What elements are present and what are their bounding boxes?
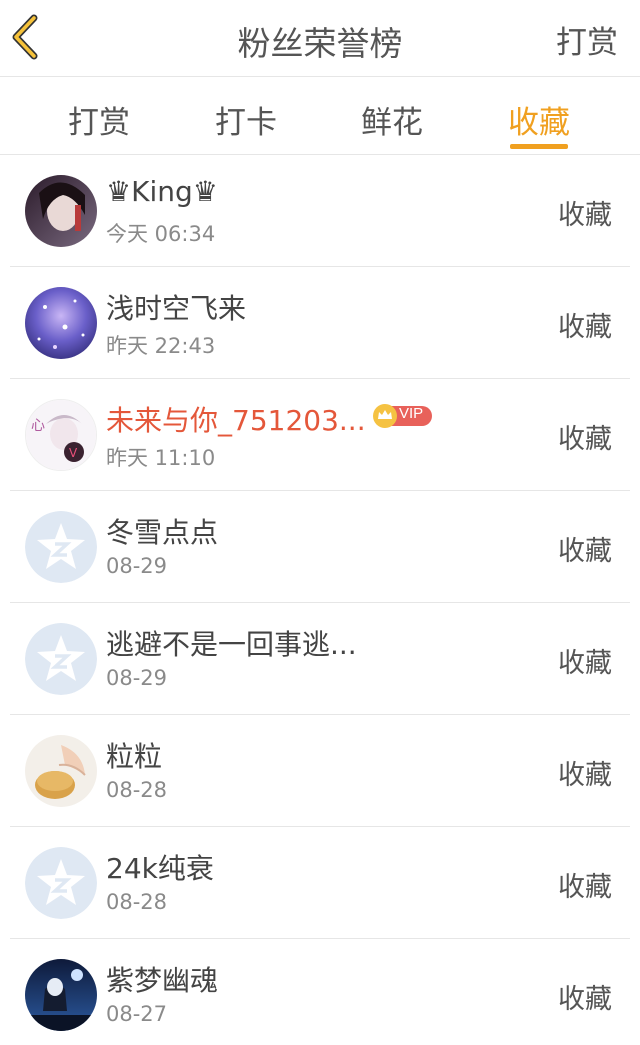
fan-action: 收藏 (558, 872, 612, 903)
fan-time: 昨天 22:43 (106, 334, 216, 358)
fan-time: 08-29 (106, 554, 168, 578)
avatar[interactable] (25, 959, 97, 1031)
top-nav-bar: 粉丝荣誉榜 打赏 (0, 0, 640, 77)
list-item[interactable]: ♛King♛ 今天 06:34 收藏 (10, 155, 630, 267)
fan-name: 粒粒 (106, 740, 163, 773)
qzone-star-icon (25, 623, 97, 695)
fan-list: ♛King♛ 今天 06:34 收藏 浅时空飞来 昨天 22:43 收藏 心 V… (0, 155, 640, 1045)
qzone-star-icon (25, 511, 97, 583)
qzone-star-icon (25, 847, 97, 919)
fan-name: 冬雪点点 (106, 516, 219, 549)
list-item[interactable]: 心 V 未来与你_751203... VIP 昨天 11:10 收藏 (10, 379, 630, 491)
avatar[interactable]: 心 V (25, 399, 97, 471)
list-item[interactable]: 冬雪点点 08-29 收藏 (10, 491, 630, 603)
list-item[interactable]: 逃避不是一回事逃... 08-29 收藏 (10, 603, 630, 715)
fan-time: 08-27 (106, 1002, 168, 1026)
list-item[interactable]: 紫梦幽魂 08-27 收藏 (10, 939, 630, 1045)
avatar[interactable] (25, 287, 97, 359)
tab-favorites[interactable]: 收藏 (479, 97, 599, 142)
fan-name: 24k纯衰 (106, 852, 214, 885)
tab-bar: 打赏 打卡 鲜花 收藏 (0, 77, 640, 155)
fan-action: 收藏 (558, 984, 612, 1015)
avatar[interactable] (25, 735, 97, 807)
list-item[interactable]: 浅时空飞来 昨天 22:43 收藏 (10, 267, 630, 379)
fan-action: 收藏 (558, 424, 612, 455)
default-avatar[interactable] (25, 847, 97, 919)
svg-text:心: 心 (31, 418, 45, 434)
tab-flowers[interactable]: 鲜花 (332, 97, 452, 142)
fan-name: ♛King♛ (106, 175, 218, 208)
default-avatar[interactable] (25, 511, 97, 583)
tab-checkin[interactable]: 打卡 (186, 97, 306, 142)
fan-action: 收藏 (558, 536, 612, 567)
active-tab-indicator (510, 144, 568, 149)
fan-time: 08-28 (106, 890, 168, 914)
tab-tip[interactable]: 打赏 (39, 97, 159, 142)
fan-time: 08-28 (106, 778, 168, 802)
page-title: 粉丝荣誉榜 (237, 24, 403, 63)
default-avatar[interactable] (25, 623, 97, 695)
svg-text:V: V (69, 446, 78, 460)
back-button[interactable] (6, 12, 46, 62)
tip-button[interactable]: 打赏 (556, 17, 618, 62)
avatar[interactable] (25, 175, 97, 247)
fan-action: 收藏 (558, 648, 612, 679)
fan-action: 收藏 (558, 760, 612, 791)
fan-action: 收藏 (558, 200, 612, 231)
vip-label: VIP (399, 405, 424, 422)
vip-badge: VIP (372, 403, 434, 429)
fan-time: 08-29 (106, 666, 168, 690)
list-item[interactable]: 24k纯衰 08-28 收藏 (10, 827, 630, 939)
fan-name: 未来与你_751203... (106, 404, 366, 437)
fan-time: 昨天 11:10 (106, 446, 216, 470)
chevron-left-icon (12, 14, 38, 60)
fan-time: 今天 06:34 (106, 222, 216, 246)
list-item[interactable]: 粒粒 08-28 收藏 (10, 715, 630, 827)
fan-name: 紫梦幽魂 (106, 964, 219, 997)
fan-name: 浅时空飞来 (106, 292, 247, 325)
fan-action: 收藏 (558, 312, 612, 343)
fan-name: 逃避不是一回事逃... (106, 628, 357, 661)
